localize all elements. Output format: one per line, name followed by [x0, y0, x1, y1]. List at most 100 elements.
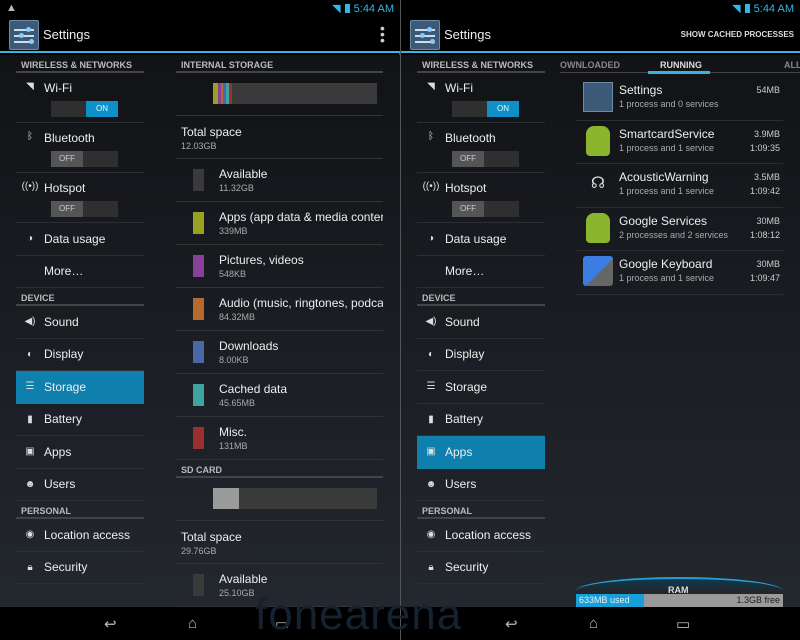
storage-icon: ☰ [25, 381, 35, 393]
hotspot-toggle[interactable]: OFF [452, 201, 519, 217]
storage-bar-segment [213, 488, 239, 509]
bluetooth-icon: ᛒ [27, 131, 33, 142]
back-icon[interactable]: ↩ [104, 615, 117, 633]
sidebar-item-display[interactable]: ◐ Display [16, 339, 144, 371]
sidebar-item-sound[interactable]: ◀) Sound [417, 306, 545, 339]
recents-icon[interactable]: ▭ [676, 615, 690, 633]
color-swatch [193, 169, 204, 191]
apps-screen: ◥ 5:44 AM Settings SHOW CACHED PROCESSES … [401, 0, 800, 640]
color-swatch [193, 212, 204, 234]
sidebar-item-security[interactable]: 🔒︎ Security [16, 552, 144, 584]
sd-storage-bar [176, 478, 383, 521]
storage-row[interactable]: Available 25.10GB [176, 564, 383, 607]
back-icon[interactable]: ↩ [505, 615, 518, 633]
sidebar-item-apps[interactable]: ▣ Apps [16, 436, 144, 469]
process-row[interactable]: Google Keyboard 1 process and 1 service 30… [576, 251, 783, 295]
process-row[interactable]: SmartcardService 1 process and 1 service 3… [576, 121, 783, 164]
storage-row[interactable]: Downloads 8.00KB [176, 331, 383, 374]
location-icon: ◉ [426, 529, 436, 541]
ram-free: 1.3GB free [736, 595, 780, 605]
storage-row[interactable]: Misc. 131MB [176, 417, 383, 460]
sidebar-item-location[interactable]: ◉ Location access [417, 519, 545, 552]
data-usage-icon: ◑ [427, 233, 435, 245]
tab-all[interactable]: ALL [784, 60, 800, 70]
keyboard-icon [583, 256, 613, 286]
process-row[interactable]: ☊ AcousticWarning 1 process and 1 service 3… [576, 164, 783, 208]
sidebar-item-data-usage[interactable]: ◑ Data usage [16, 223, 144, 256]
bluetooth-toggle[interactable]: OFF [452, 151, 519, 167]
clock: 5:44 AM [353, 2, 394, 15]
sidebar-item-hotspot[interactable]: ((•)) Hotspot OFF [16, 173, 144, 223]
settings-app-icon[interactable] [410, 20, 440, 50]
section-header: SD CARD [176, 460, 383, 478]
overflow-menu-icon[interactable]: • • • [380, 21, 385, 47]
nav-bar: ↩ ⌂ ▭ [401, 607, 800, 640]
sidebar-item-data-usage[interactable]: ◑ Data usage [417, 223, 545, 256]
sound-icon: ◀) [24, 316, 36, 328]
settings-sidebar: WIRELESS & NETWORKS ◥ Wi-Fi ON ᛒ Bluetooth O… [417, 55, 545, 584]
internal-storage-bar [176, 73, 383, 116]
sidebar-item-apps[interactable]: ▣ Apps [417, 436, 545, 469]
color-swatch [193, 574, 204, 596]
battery-icon: ▮ [428, 413, 434, 425]
sidebar-item-storage[interactable]: ☰ Storage [417, 371, 545, 404]
wifi-icon: ◥ [732, 3, 741, 15]
sidebar-item-bluetooth[interactable]: ᛒ Bluetooth OFF [417, 123, 545, 173]
wifi-toggle[interactable]: ON [452, 101, 519, 117]
status-bar: ◥ 5:44 AM [401, 0, 800, 17]
sidebar-item-storage[interactable]: ☰ Storage [16, 371, 144, 404]
color-swatch [193, 341, 204, 363]
sidebar-item-users[interactable]: ☻ Users [16, 469, 144, 501]
storage-bar-segment [229, 83, 233, 104]
tab-downloaded[interactable]: OWNLOADED [560, 60, 620, 70]
sidebar-item-wifi[interactable]: ◥ Wi-Fi ON [417, 73, 545, 123]
settings-app-icon[interactable] [9, 20, 39, 50]
display-icon: ◐ [26, 348, 34, 360]
process-row[interactable]: Google Services 2 processes and 2 service… [576, 208, 783, 251]
sidebar-item-more[interactable]: More… [16, 256, 144, 288]
recents-icon[interactable]: ▭ [275, 615, 289, 633]
settings-sidebar: WIRELESS & NETWORKS ◥ Wi-Fi ON ᛒ Bluetooth O… [16, 55, 144, 584]
action-bar: Settings • • • [0, 17, 400, 53]
show-cached-processes-button[interactable]: SHOW CACHED PROCESSES [681, 30, 794, 39]
storage-screen: ▲ ◥ 5:44 AM Settings • • • WIRELESS & NETWO… [0, 0, 400, 640]
storage-row[interactable]: Apps (app data & media content) 339MB [176, 202, 383, 245]
sidebar-item-location[interactable]: ◉ Location access [16, 519, 144, 552]
sidebar-item-battery[interactable]: ▮ Battery [16, 404, 144, 436]
sidebar-item-hotspot[interactable]: ((•)) Hotspot OFF [417, 173, 545, 223]
storage-row[interactable]: Pictures, videos 548KB [176, 245, 383, 288]
lock-icon: 🔒︎ [428, 561, 434, 573]
hotspot-icon: ((•)) [422, 181, 440, 192]
color-swatch [193, 298, 204, 320]
storage-row[interactable]: Available 11.32GB [176, 159, 383, 202]
running-process-list: Settings 1 process and 0 services 54MB Smar… [576, 77, 783, 295]
bluetooth-toggle[interactable]: OFF [51, 151, 118, 167]
sidebar-item-bluetooth[interactable]: ᛒ Bluetooth OFF [16, 123, 144, 173]
hotspot-icon: ((•)) [21, 181, 39, 192]
sidebar-item-security[interactable]: 🔒︎ Security [417, 552, 545, 584]
sidebar-item-display[interactable]: ◐ Display [417, 339, 545, 371]
storage-panel: INTERNAL STORAGE Total space 12.03GB Avai… [176, 55, 383, 607]
sidebar-item-sound[interactable]: ◀) Sound [16, 306, 144, 339]
sidebar-item-more[interactable]: More… [417, 256, 545, 288]
sidebar-item-users[interactable]: ☻ Users [417, 469, 545, 501]
sidebar-item-wifi[interactable]: ◥ Wi-Fi ON [16, 73, 144, 123]
home-icon[interactable]: ⌂ [589, 615, 598, 632]
apps-icon: ▣ [426, 446, 436, 458]
storage-row[interactable]: Audio (music, ringtones, podcasts, etc.)… [176, 288, 383, 331]
section-header: WIRELESS & NETWORKS [16, 55, 144, 73]
section-header: WIRELESS & NETWORKS [417, 55, 545, 73]
sidebar-item-battery[interactable]: ▮ Battery [417, 404, 545, 436]
storage-row[interactable]: Cached data 45.65MB [176, 374, 383, 417]
wifi-toggle[interactable]: ON [51, 101, 118, 117]
warning-icon: ▲ [6, 2, 17, 14]
section-header: DEVICE [16, 288, 144, 306]
tab-running[interactable]: RUNNING [660, 60, 702, 70]
location-icon: ◉ [25, 529, 35, 541]
ram-bar: 633MB used 1.3GB free [576, 594, 783, 607]
process-row[interactable]: Settings 1 process and 0 services 54MB [576, 77, 783, 121]
home-icon[interactable]: ⌂ [188, 615, 197, 632]
hotspot-toggle[interactable]: OFF [51, 201, 118, 217]
wifi-icon: ◥ [26, 81, 34, 92]
wifi-icon: ◥ [427, 81, 435, 92]
